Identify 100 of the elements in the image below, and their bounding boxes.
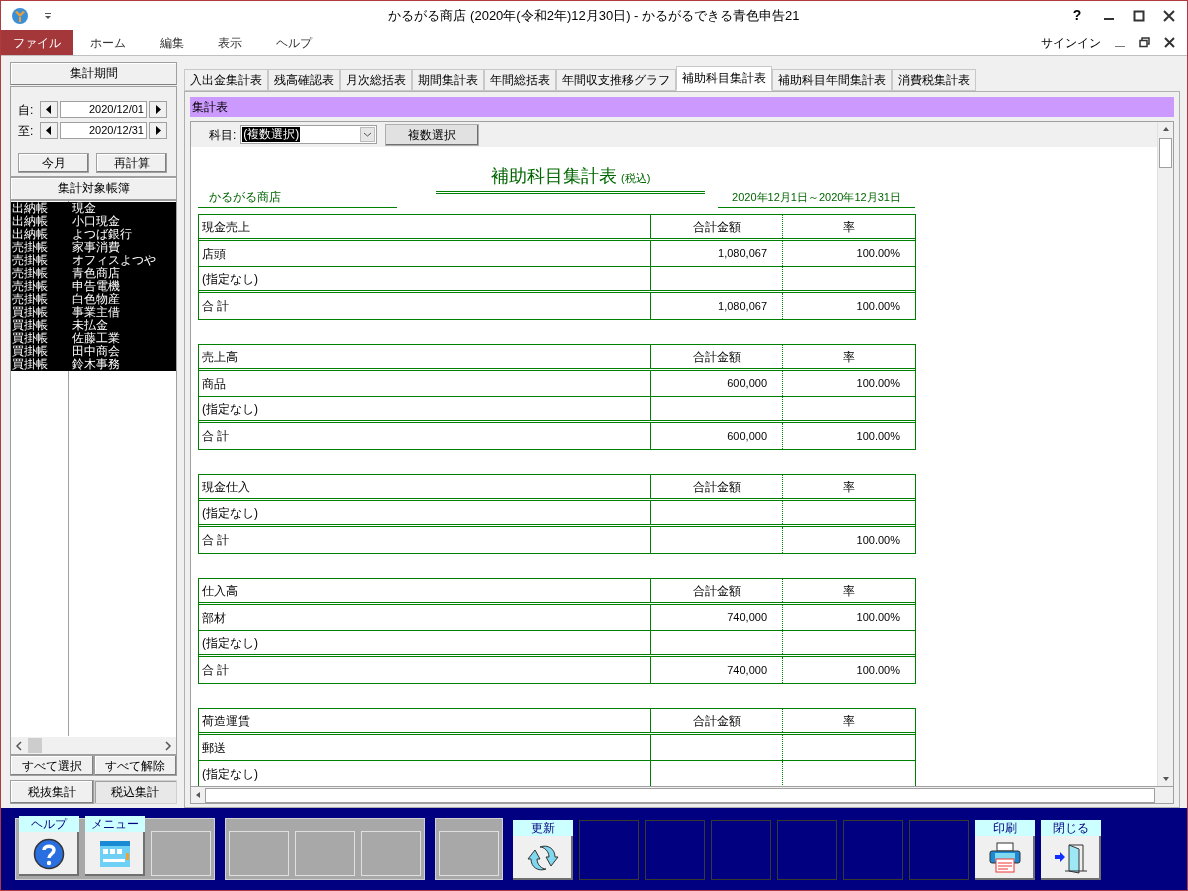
next-button[interactable]: [149, 122, 167, 139]
tab[interactable]: 月次総括表: [340, 69, 412, 91]
help-button[interactable]: ?: [1069, 5, 1085, 26]
menu-item[interactable]: ホーム: [73, 30, 143, 55]
total-label: 合 計: [202, 298, 230, 315]
scroll-right-icon[interactable]: [162, 739, 174, 752]
caret-icon: [360, 127, 376, 142]
toolbar-button[interactable]: 印刷: [975, 820, 1035, 880]
empty-slot: [711, 820, 771, 880]
book-row[interactable]: 買掛帳 鈴木事務: [11, 358, 176, 371]
book-row[interactable]: 買掛帳 田中商会: [11, 345, 176, 358]
period-button[interactable]: 再計算: [96, 153, 167, 173]
maximize-icon[interactable]: [1133, 9, 1145, 22]
scrollbar-thumb[interactable]: [28, 738, 42, 753]
empty-slot: [909, 820, 969, 880]
row-label: (指定なし): [202, 400, 258, 418]
column-header: 率: [843, 582, 855, 600]
empty-slot: [777, 820, 837, 880]
book-row[interactable]: 出納帳 現金: [11, 202, 176, 215]
next-button[interactable]: [149, 101, 167, 118]
book-row[interactable]: 売掛帳 白色物産: [11, 293, 176, 306]
rate-cell-text: 100.00%: [856, 610, 900, 626]
rate-cell-text: 100.00%: [856, 298, 900, 314]
book-row[interactable]: 買掛帳 未払金: [11, 319, 176, 332]
book-row[interactable]: 売掛帳 オフィスよつや: [11, 254, 176, 267]
book-row[interactable]: 出納帳 小口現金: [11, 215, 176, 228]
menu-item[interactable]: 表示: [201, 30, 259, 55]
select-button[interactable]: すべて解除: [93, 755, 177, 776]
tab[interactable]: 年間総括表: [484, 69, 556, 91]
report-period: 2020年12月1日～2020年12月31日: [732, 191, 901, 203]
column-header: 合計金額: [692, 348, 741, 366]
panel-title-bar: 集計表: [190, 97, 1174, 117]
close-icon[interactable]: [1163, 9, 1175, 22]
tab[interactable]: 入出金集計表: [184, 69, 268, 91]
dropdown-icon[interactable]: [44, 11, 52, 20]
scrollbar-thumb[interactable]: [205, 787, 1155, 803]
restore-icon[interactable]: [1139, 37, 1150, 48]
help-icon: [33, 838, 65, 870]
to-date-field[interactable]: 2020/12/31: [60, 122, 147, 139]
amount-cell-text: 740,000: [727, 662, 767, 678]
toolbar-button[interactable]: 閉じる: [1041, 820, 1101, 880]
empty-slot: [229, 831, 289, 876]
rate-cell-text: 100.00%: [856, 532, 900, 548]
toolbar-button[interactable]: ヘルプ: [19, 816, 79, 876]
amount-cell-text: 600,000: [727, 428, 767, 444]
printer-icon: [989, 841, 1021, 875]
tax-mode-button[interactable]: 税込集計: [93, 780, 177, 804]
empty-slot: [843, 820, 903, 880]
tab[interactable]: 残高確認表: [268, 69, 340, 91]
book-row[interactable]: 売掛帳 申告電機: [11, 280, 176, 293]
close-icon[interactable]: [1164, 37, 1175, 48]
row-label: (指定なし): [202, 504, 258, 522]
multi-select-button[interactable]: 複数選択: [385, 123, 480, 146]
column-header: 合計金額: [692, 478, 741, 496]
previous-button[interactable]: [40, 122, 58, 139]
column-header: 率: [843, 348, 855, 366]
total-label: 合 計: [202, 532, 230, 549]
amount-cell-text: 740,000: [727, 610, 767, 626]
tab[interactable]: 補助科目集計表: [676, 66, 772, 91]
total-label: 合 計: [202, 662, 230, 679]
toolbar-button[interactable]: 更新: [513, 820, 573, 880]
column-header: 合計金額: [692, 712, 741, 730]
scroll-left-icon[interactable]: [13, 739, 25, 752]
tab[interactable]: 補助科目年間集計表: [772, 69, 892, 91]
from-label: 自:: [18, 101, 35, 119]
row-label: (指定なし): [202, 634, 258, 652]
section-title: 仕入高: [202, 582, 238, 600]
select-button[interactable]: すべて選択: [10, 755, 94, 776]
row-label: 商品: [202, 375, 226, 393]
tab[interactable]: 消費税集計表: [892, 69, 976, 91]
tab[interactable]: 年間収支推移グラフ: [556, 69, 676, 91]
tax-mode-button[interactable]: 税抜集計: [10, 780, 94, 804]
menu-item[interactable]: ファイル: [1, 30, 73, 55]
empty-slot: [361, 831, 421, 876]
tab[interactable]: 期間集計表: [412, 69, 484, 91]
scrollbar-thumb[interactable]: [1159, 138, 1172, 168]
column-header: 合計金額: [692, 218, 741, 236]
empty-slot: [579, 820, 639, 880]
signin-link[interactable]: サインイン: [1041, 33, 1101, 52]
book-row[interactable]: 売掛帳 家事消費: [11, 241, 176, 254]
row-label: (指定なし): [202, 766, 258, 783]
menu-item[interactable]: 編集: [143, 30, 201, 55]
row-label: (指定なし): [202, 270, 258, 288]
previous-button[interactable]: [40, 101, 58, 118]
menu-item[interactable]: ヘルプ: [259, 30, 329, 55]
amount-cell-text: 1,080,067: [718, 246, 767, 262]
rate-cell-text: 100.00%: [856, 662, 900, 678]
book-row[interactable]: 売掛帳 青色商店: [11, 267, 176, 280]
book-row[interactable]: 出納帳 よつば銀行: [11, 228, 176, 241]
from-date-field[interactable]: 2020/12/01: [60, 101, 147, 118]
period-button[interactable]: 今月: [18, 153, 89, 173]
company-name: かるがる商店: [209, 190, 281, 204]
section-title: 現金仕入: [202, 478, 250, 496]
book-row[interactable]: 買掛帳 事業主借: [11, 306, 176, 319]
exit-door-icon: [1053, 841, 1089, 875]
toolbar-button[interactable]: メニュー: [85, 816, 145, 876]
book-row[interactable]: 買掛帳 佐藤工業: [11, 332, 176, 345]
column-header: 率: [843, 712, 855, 730]
rate-cell-text: 100.00%: [856, 428, 900, 444]
account-dropdown[interactable]: (複数選択): [240, 125, 378, 144]
